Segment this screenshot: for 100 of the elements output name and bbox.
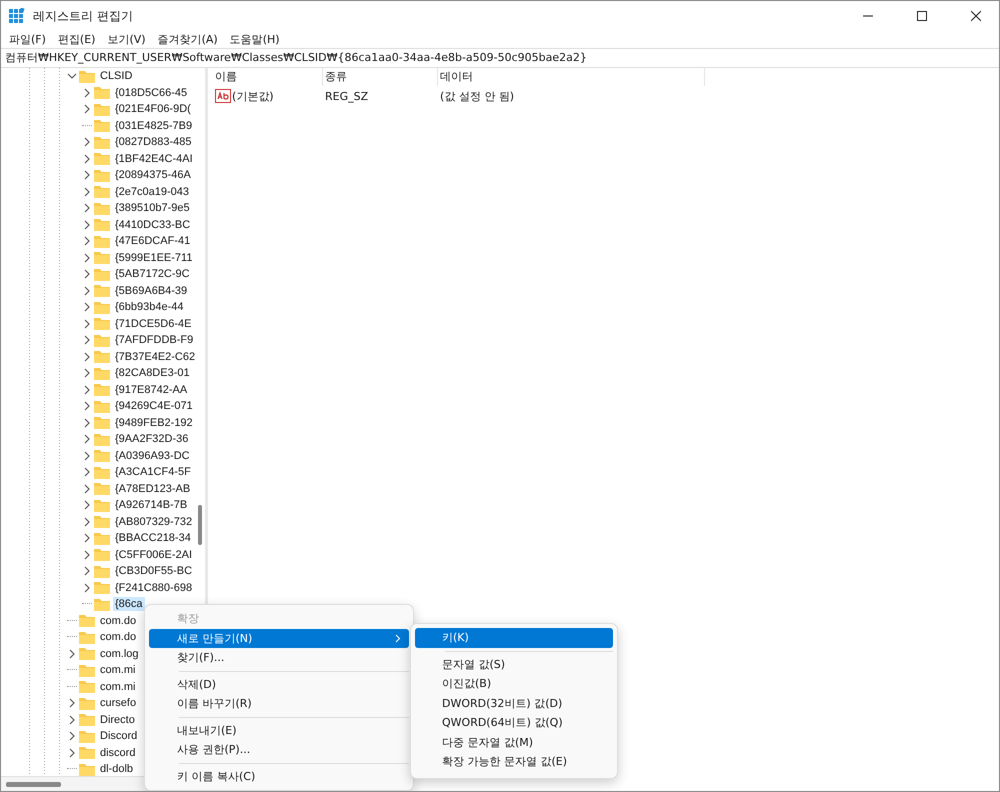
chevron-icon[interactable] <box>82 286 92 296</box>
column-header[interactable]: 이름 <box>213 68 323 86</box>
tree-item[interactable]: com.mi <box>98 680 138 694</box>
scrollbar-thumb[interactable] <box>6 782 61 786</box>
chevron-icon[interactable] <box>82 533 92 544</box>
value-name[interactable]: (기본값) <box>213 88 323 104</box>
tree-item[interactable]: {2e7c0a19-043 <box>113 184 192 199</box>
chevron-icon[interactable] <box>82 269 92 280</box>
menu-item[interactable]: 이진값(B) <box>415 674 613 694</box>
tree-item[interactable]: {389510b7-9e5 <box>113 201 192 216</box>
tree-item[interactable]: {A926714B-7B <box>113 498 190 512</box>
tree-item[interactable]: com.do <box>98 614 138 628</box>
tree-item[interactable]: {031E4825-7B9 <box>113 118 194 133</box>
scrollbar-thumb[interactable] <box>198 505 202 545</box>
tree-item[interactable]: {9489FEB2-192 <box>113 416 195 430</box>
menu-item[interactable]: 이름 바꾸기(R) <box>149 694 409 714</box>
chevron-icon[interactable] <box>82 154 92 164</box>
chevron-icon[interactable] <box>82 484 92 494</box>
chevron-icon[interactable] <box>82 236 92 246</box>
tree-item[interactable]: {C5FF006E-2AI <box>113 548 194 562</box>
tree-item[interactable]: dl-dolb <box>98 762 136 776</box>
tree-item[interactable]: {018D5C66-45 <box>113 86 190 100</box>
chevron-icon[interactable] <box>82 137 92 148</box>
chevron-icon[interactable] <box>82 186 92 197</box>
menu-item[interactable]: 도움말(H) <box>224 31 286 48</box>
chevron-icon[interactable] <box>82 252 92 263</box>
menu-item[interactable]: 내보내기(E) <box>149 720 409 740</box>
chevron-icon[interactable] <box>82 566 92 576</box>
tree-item[interactable]: {71DCE5D6-4E <box>113 316 194 331</box>
chevron-icon[interactable] <box>82 104 92 114</box>
chevron-icon[interactable] <box>67 748 77 758</box>
menu-item[interactable]: 편집(E) <box>52 31 102 48</box>
chevron-icon[interactable] <box>82 220 92 230</box>
menu-item[interactable]: 키(K) <box>415 628 613 648</box>
tree-item[interactable]: {F241C880-698 <box>113 580 194 595</box>
tree-item[interactable]: discord <box>98 746 138 760</box>
menu-item[interactable]: 찾기(F)... <box>149 648 409 668</box>
tree-item[interactable]: {9AA2F32D-36 <box>113 432 190 446</box>
column-header[interactable]: 데이터 <box>438 68 705 86</box>
tree-item[interactable]: {CB3D0F55-BC <box>113 564 194 578</box>
menu-item[interactable]: 삭제(D) <box>149 674 409 694</box>
chevron-icon[interactable] <box>82 516 92 527</box>
chevron-icon[interactable] <box>82 335 92 346</box>
menu-item[interactable]: 문자열 값(S) <box>415 654 613 674</box>
chevron-icon[interactable] <box>82 368 92 378</box>
chevron-icon[interactable] <box>67 714 77 725</box>
chevron-icon[interactable] <box>82 384 92 395</box>
tree-item[interactable]: {A3CA1CF4-5F <box>113 465 193 480</box>
chevron-icon[interactable] <box>82 203 92 214</box>
menu-item[interactable]: QWORD(64비트) 값(Q) <box>415 713 613 732</box>
tree-item[interactable]: {AB807329-732 <box>113 514 194 529</box>
chevron-icon[interactable] <box>82 450 92 461</box>
chevron-icon[interactable] <box>82 467 92 478</box>
tree-item[interactable]: {20894375-46A <box>113 168 193 182</box>
tree-item[interactable]: com.do <box>98 630 138 644</box>
menu-item[interactable]: 보기(V) <box>101 31 152 48</box>
chevron-icon[interactable] <box>67 648 77 659</box>
tree-item[interactable]: {A78ED123-AB <box>113 482 192 496</box>
tree-item[interactable]: {86ca <box>113 597 145 612</box>
menu-item[interactable]: 확장 가능한 문자열 값(E) <box>415 752 613 772</box>
chevron-icon[interactable] <box>82 418 92 428</box>
chevron-icon[interactable] <box>82 302 92 312</box>
menu-item[interactable]: 새로 만들기(N) <box>149 628 409 648</box>
chevron-icon[interactable] <box>82 550 92 560</box>
tree-item[interactable]: {A0396A93-DC <box>113 448 192 463</box>
chevron-icon[interactable] <box>82 582 92 593</box>
menu-item[interactable]: 키 이름 복사(C) <box>149 766 409 786</box>
tree-item[interactable]: com.log <box>98 646 141 661</box>
tree-item[interactable]: CLSID <box>98 69 134 84</box>
tree-item[interactable]: {5B69A6B4-39 <box>113 284 190 298</box>
address-bar[interactable]: 컴퓨터₩HKEY_CURRENT_USER₩Software₩Classes₩CLSID₩{86ca1aa0-34aa-4e8b-a509-50c905bae2a2} <box>1 48 999 68</box>
chevron-icon[interactable] <box>67 731 77 742</box>
chevron-icon[interactable] <box>82 88 92 98</box>
tree-item[interactable]: Discord <box>98 729 140 744</box>
tree-item[interactable]: com.mi <box>98 663 138 678</box>
menu-item[interactable]: 다중 문자열 값(M) <box>415 732 613 752</box>
tree-item[interactable]: {5AB7172C-9C <box>113 267 192 282</box>
chevron-icon[interactable] <box>82 170 92 180</box>
tree-item[interactable]: {BBACC218-34 <box>113 531 193 546</box>
chevron-icon[interactable] <box>82 352 92 362</box>
chevron-icon[interactable] <box>82 500 92 510</box>
chevron-icon[interactable] <box>82 318 92 329</box>
tree-item[interactable]: {7AFDFDDB-F9 <box>113 333 196 348</box>
tree-item[interactable]: {917E8742-AA <box>113 382 190 397</box>
tree-item[interactable]: {4410DC33-BC <box>113 218 192 232</box>
chevron-icon[interactable] <box>82 434 92 444</box>
chevron-icon[interactable] <box>67 71 77 82</box>
tree-item[interactable]: {021E4F06-9D( <box>113 102 193 116</box>
menu-item[interactable]: DWORD(32비트) 값(D) <box>415 694 613 713</box>
chevron-icon[interactable] <box>67 698 77 708</box>
tree-item[interactable]: {7B37E4E2-C62 <box>113 350 198 364</box>
menu-item[interactable]: 즐겨찾기(A) <box>152 31 224 48</box>
tree-item[interactable]: {47E6DCAF-41 <box>113 234 192 248</box>
column-header[interactable]: 종류 <box>323 68 438 86</box>
menu-item[interactable]: 사용 권한(P)... <box>149 740 409 760</box>
tree-item[interactable]: Directo <box>98 712 137 727</box>
tree-item[interactable]: {5999E1EE-711 <box>113 250 194 265</box>
chevron-icon[interactable] <box>82 401 92 412</box>
tree-item[interactable]: {94269C4E-071 <box>113 399 195 414</box>
tree-item[interactable]: cursefo <box>98 696 138 710</box>
